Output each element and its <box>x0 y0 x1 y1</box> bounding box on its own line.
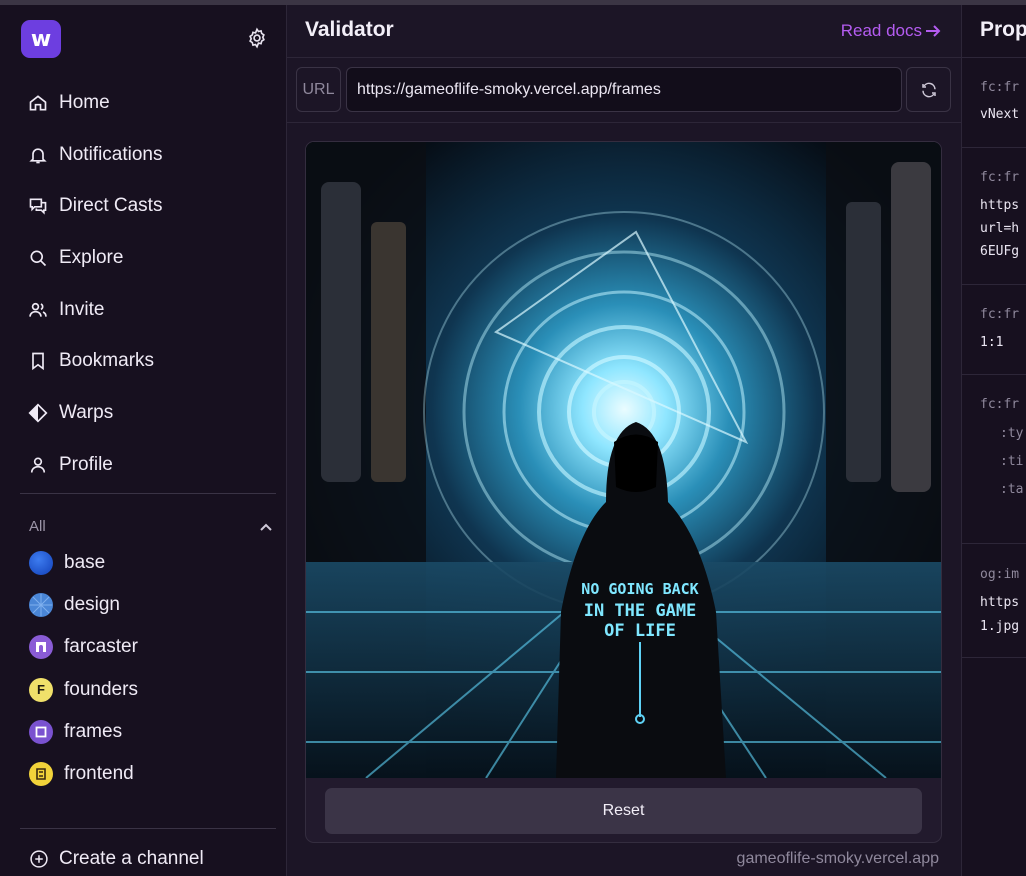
property-value: :ti <box>1000 454 1024 469</box>
nav-label: Bookmarks <box>59 350 155 372</box>
arrow-right-icon <box>926 25 941 37</box>
logo-letter: w <box>30 26 52 52</box>
nav-label: Profile <box>59 453 113 475</box>
page-title: Validator <box>305 18 394 41</box>
app-logo[interactable]: w <box>21 20 61 58</box>
reset-button[interactable]: Reset <box>325 788 922 834</box>
farcaster-channel-icon <box>29 635 53 660</box>
nav-item-home[interactable]: Home <box>28 77 278 129</box>
nav-label: Explore <box>59 246 124 268</box>
read-docs-label: Read docs <box>840 21 922 40</box>
frame-preview-card: NO GOING BACK IN THE GAME OF LIFE Reset <box>305 141 942 843</box>
property-value: https <box>980 198 1020 213</box>
property-key: fc:fr <box>980 80 1020 95</box>
frontend-channel-icon <box>29 762 53 787</box>
property-row: fc:fr https url=h 6EUFg <box>962 148 1026 285</box>
property-value: :ta <box>1000 482 1024 497</box>
nav-item-explore[interactable]: Explore <box>28 232 278 284</box>
property-row: fc:fr 1:1 <box>962 285 1026 375</box>
plus-circle-icon <box>30 850 48 868</box>
search-icon <box>30 250 47 266</box>
frame-image[interactable]: NO GOING BACK IN THE GAME OF LIFE <box>306 142 941 778</box>
design-channel-icon <box>29 593 53 618</box>
nav-item-direct-casts[interactable]: Direct Casts <box>28 180 278 232</box>
settings-gear-icon[interactable] <box>246 27 268 49</box>
properties-panel: Prop fc:fr vNext fc:fr https url=h 6EUFg… <box>962 5 1026 876</box>
founders-channel-icon: F <box>29 677 53 702</box>
frame-domain: gameoflife-smoky.vercel.app <box>736 850 939 867</box>
refresh-button[interactable] <box>906 67 951 112</box>
frame-text-line-2: IN THE GAME <box>584 601 697 621</box>
nav-label: Notifications <box>59 143 163 165</box>
sidebar-divider <box>20 493 276 494</box>
home-icon <box>29 95 47 111</box>
nav-item-notifications[interactable]: Notifications <box>28 129 278 181</box>
chat-icon <box>29 198 47 215</box>
refresh-icon <box>921 82 936 97</box>
channel-item-founders[interactable]: F founders <box>29 669 279 711</box>
nav-label: Direct Casts <box>59 195 163 217</box>
warps-icon <box>28 403 48 423</box>
property-key: fc:fr <box>980 170 1020 185</box>
frame-text-line-1: NO GOING BACK <box>581 580 698 598</box>
channel-item-farcaster[interactable]: farcaster <box>29 626 279 668</box>
bookmark-icon <box>32 352 44 371</box>
validator-panel: Validator Read docs URL https://gameofli… <box>287 5 962 876</box>
nav-item-warps[interactable]: Warps <box>28 387 278 439</box>
create-channel-button[interactable]: Create a channel <box>29 848 204 870</box>
channel-item-frontend[interactable]: frontend <box>29 753 279 795</box>
property-row: og:im https 1.jpg <box>962 544 1026 658</box>
read-docs-link[interactable]: Read docs <box>841 21 941 41</box>
nav-label: Invite <box>59 298 105 320</box>
nav-item-profile[interactable]: Profile <box>28 439 278 491</box>
url-input[interactable] <box>346 67 902 112</box>
channel-label: design <box>64 594 120 616</box>
property-row: fc:fr vNext <box>962 58 1026 148</box>
property-row: fc:fr :ty :ti :ta <box>962 375 1026 544</box>
nav-item-bookmarks[interactable]: Bookmarks <box>28 335 278 387</box>
channel-label: founders <box>64 678 138 700</box>
channel-label: frames <box>64 720 123 742</box>
bell-icon <box>29 147 47 163</box>
users-icon <box>29 302 47 317</box>
property-value: 1:1 <box>980 335 1004 350</box>
header-divider <box>287 57 962 58</box>
property-key: fc:fr <box>980 397 1020 412</box>
property-key: fc:fr <box>980 307 1020 322</box>
properties-title: Prop <box>980 18 1026 41</box>
user-icon <box>30 457 46 473</box>
frames-channel-icon <box>29 719 53 744</box>
nav-label: Home <box>59 91 110 113</box>
channel-label: farcaster <box>64 636 138 658</box>
chevron-up-icon[interactable] <box>259 522 273 532</box>
channels-section-header[interactable]: All <box>29 518 273 535</box>
base-channel-icon <box>29 551 53 576</box>
nav-item-invite[interactable]: Invite <box>28 284 278 336</box>
channel-label: frontend <box>64 763 134 785</box>
channel-list: base design farcaster F founders frames <box>29 542 279 795</box>
main-nav: Home Notifications Direct Casts Explore … <box>28 77 278 491</box>
property-value: :ty <box>1000 426 1024 441</box>
section-label: All <box>29 518 46 535</box>
url-label: URL <box>296 67 341 112</box>
property-value: url=h <box>980 221 1020 236</box>
property-value: https <box>980 595 1020 610</box>
channel-item-design[interactable]: design <box>29 584 279 626</box>
property-value: vNext <box>980 107 1020 122</box>
channel-item-base[interactable]: base <box>29 542 279 584</box>
create-channel-label: Create a channel <box>59 848 204 869</box>
url-divider <box>287 122 962 123</box>
founders-glyph: F <box>37 682 45 698</box>
channel-item-frames[interactable]: frames <box>29 711 279 753</box>
nav-label: Warps <box>59 401 114 423</box>
sidebar-divider-bottom <box>20 828 276 829</box>
frame-text-line-3: OF LIFE <box>604 621 676 641</box>
property-value: 6EUFg <box>980 244 1020 259</box>
sidebar: w Home Notifications Direct Casts Explor… <box>0 5 287 876</box>
property-value: 1.jpg <box>980 619 1020 634</box>
property-key: og:im <box>980 567 1020 582</box>
channel-label: base <box>64 552 106 574</box>
